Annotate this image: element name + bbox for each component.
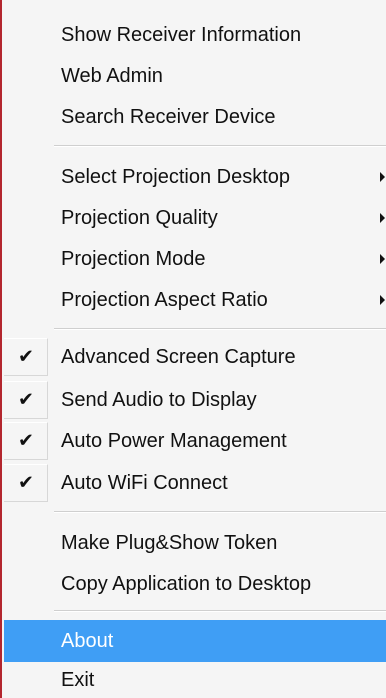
menu-item-auto-wifi-connect[interactable]: ✔ Auto WiFi Connect [4, 462, 386, 504]
menu-item-label: Make Plug&Show Token [61, 532, 278, 554]
menu-item-label: Send Audio to Display [61, 389, 257, 411]
menu-item-label: Web Admin [61, 65, 163, 87]
context-menu: Show Receiver Information Web Admin Sear… [0, 0, 386, 698]
submenu-arrow-icon [380, 295, 385, 305]
menu-item-label: Search Receiver Device [61, 106, 276, 128]
menu-item-label: Auto WiFi Connect [61, 472, 228, 494]
menu-item-projection-aspect-ratio[interactable]: Projection Aspect Ratio [4, 279, 386, 321]
checkmark-icon: ✔ [18, 345, 34, 368]
menu-item-show-receiver-information[interactable]: Show Receiver Information [4, 14, 386, 56]
menu-item-label: Advanced Screen Capture [61, 346, 296, 368]
check-box: ✔ [4, 422, 48, 460]
menu-separator [54, 610, 386, 612]
menu-item-auto-power-management[interactable]: ✔ Auto Power Management [4, 420, 386, 462]
menu-separator [54, 145, 386, 147]
menu-separator [54, 511, 386, 513]
menu-item-web-admin[interactable]: Web Admin [4, 55, 386, 97]
checkmark-icon: ✔ [18, 429, 34, 452]
menu-item-select-projection-desktop[interactable]: Select Projection Desktop [4, 156, 386, 198]
menu-item-label: Projection Quality [61, 207, 218, 229]
menu-item-projection-quality[interactable]: Projection Quality [4, 197, 386, 239]
checkmark-icon: ✔ [18, 471, 34, 494]
menu-item-copy-application-to-desktop[interactable]: Copy Application to Desktop [4, 563, 386, 605]
menu-item-label: Projection Aspect Ratio [61, 289, 268, 311]
menu-item-projection-mode[interactable]: Projection Mode [4, 238, 386, 280]
submenu-arrow-icon [380, 254, 385, 264]
checkmark-icon: ✔ [18, 388, 34, 411]
menu-item-label: Show Receiver Information [61, 24, 302, 46]
menu-item-send-audio-to-display[interactable]: ✔ Send Audio to Display [4, 379, 386, 421]
menu-item-about[interactable]: About [4, 620, 386, 662]
menu-item-label: Auto Power Management [61, 430, 287, 452]
check-box: ✔ [4, 464, 48, 502]
check-box: ✔ [4, 381, 48, 419]
menu-item-label: Copy Application to Desktop [61, 573, 312, 595]
menu-item-exit[interactable]: Exit [4, 662, 386, 698]
menu-item-label: Select Projection Desktop [61, 166, 291, 188]
menu-item-label: Exit [61, 669, 95, 691]
menu-separator [54, 328, 386, 330]
check-box: ✔ [4, 338, 48, 376]
menu-item-label: Projection Mode [61, 248, 206, 270]
submenu-arrow-icon [380, 172, 385, 182]
menu-item-make-plug-show-token[interactable]: Make Plug&Show Token [4, 522, 386, 564]
menu-item-search-receiver-device[interactable]: Search Receiver Device [4, 96, 386, 138]
menu-item-advanced-screen-capture[interactable]: ✔ Advanced Screen Capture [4, 336, 386, 378]
menu-item-label: About [61, 630, 114, 652]
submenu-arrow-icon [380, 213, 385, 223]
